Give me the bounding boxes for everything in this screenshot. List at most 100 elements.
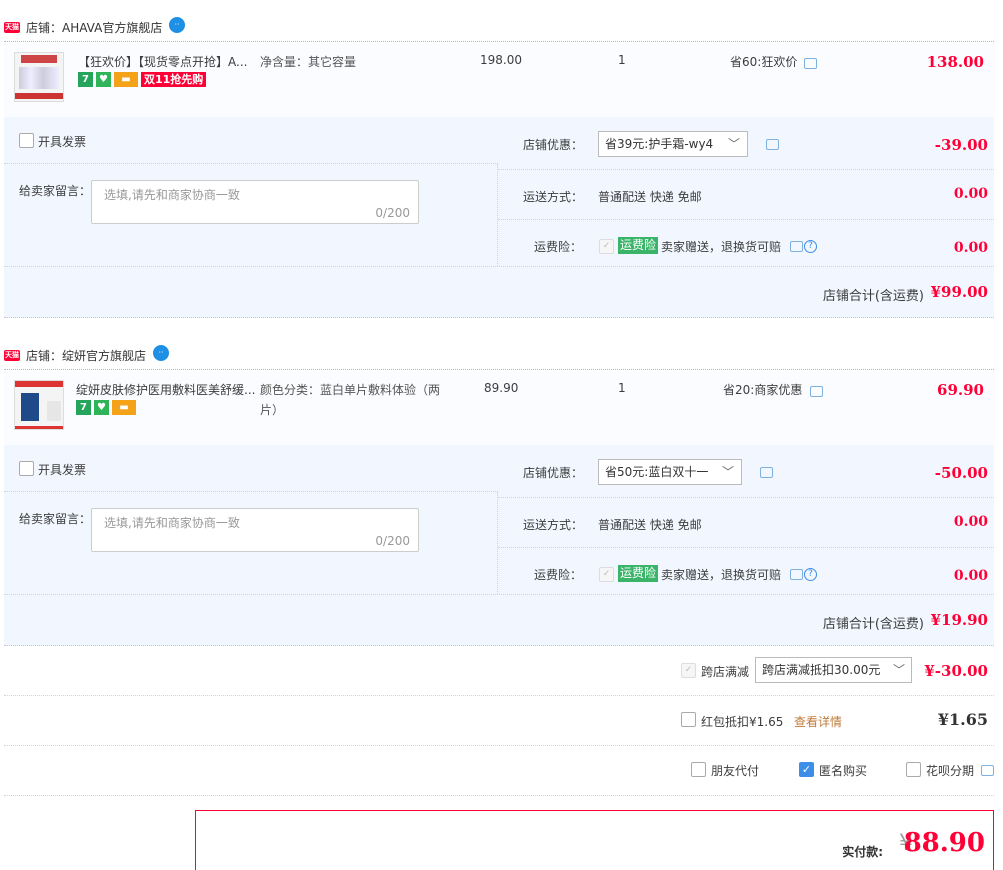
chevron-down-icon: ﹀ bbox=[892, 663, 905, 677]
payment-options-row: 朋友代付 ✓ 匿名购买 花呗分期 bbox=[4, 746, 994, 796]
redpacket-amount: ¥1.65 bbox=[937, 710, 988, 729]
cross-store-select-value: 跨店满减抵扣30.00元 bbox=[762, 663, 881, 677]
help-icon[interactable]: ? bbox=[804, 240, 817, 253]
shop-header: 天猫 店铺：AHAVA官方旗舰店 ·· bbox=[4, 10, 994, 42]
invoice-label: 开具发票 bbox=[38, 135, 87, 149]
message-icon[interactable] bbox=[790, 569, 803, 580]
quantity: 1 bbox=[618, 381, 626, 395]
product-badges: 7 ♥ ▬ bbox=[76, 400, 139, 415]
huabei-checkbox[interactable] bbox=[906, 762, 921, 777]
huabei-label: 花呗分期 bbox=[926, 764, 975, 778]
guarantee-icon: ♥ bbox=[94, 400, 109, 415]
payment-label: 实付款: bbox=[842, 845, 883, 859]
shipping-value: 普通配送 快递 免邮 bbox=[598, 518, 702, 532]
credit-card-icon: ▬ bbox=[114, 72, 138, 87]
invoice-row: 开具发票 bbox=[4, 117, 498, 164]
cross-store-amount: ¥-30.00 bbox=[924, 662, 988, 680]
message-textarea[interactable]: 选填,请先和商家协商一致 0/200 bbox=[91, 180, 419, 224]
item-subtotal: 138.00 bbox=[926, 53, 984, 71]
cross-store-select[interactable]: 跨店满减抵扣30.00元 ﹀ bbox=[755, 657, 912, 683]
invoice-checkbox[interactable] bbox=[19, 461, 34, 476]
insurance-row: 运费险： ✓ 运费险 卖家赠送，退换货可赔 ? 0.00 bbox=[498, 548, 994, 594]
cross-store-checkbox: ✓ bbox=[681, 663, 696, 678]
friend-pay-label: 朋友代付 bbox=[711, 764, 760, 778]
insurance-text: 卖家赠送，退换货可赔 bbox=[661, 568, 782, 582]
message-icon[interactable] bbox=[810, 386, 823, 397]
shop-fees: 店铺优惠： 省50元:蓝白双十一 ﹀ -50.00 运送方式： 普通配送 快递 … bbox=[498, 445, 994, 594]
message-icon[interactable] bbox=[790, 241, 803, 252]
insurance-checkbox: ✓ bbox=[599, 567, 614, 582]
coupon-select[interactable]: 省39元:护手霜-wy4 ﹀ bbox=[598, 131, 748, 157]
message-label: 给卖家留言： bbox=[19, 184, 92, 198]
coupon-amount: -50.00 bbox=[934, 464, 988, 482]
shop-total-row: 店铺合计(含运费) ¥99.00 bbox=[4, 266, 994, 318]
message-placeholder: 选填,请先和商家协商一致 bbox=[104, 188, 240, 202]
shop-name[interactable]: 店铺：绽妍官方旗舰店 bbox=[26, 347, 146, 364]
coupon-label: 店铺优惠： bbox=[523, 138, 584, 152]
tmall-logo-icon: 天猫 bbox=[4, 22, 20, 33]
invoice-row: 开具发票 bbox=[4, 445, 498, 492]
message-row: 给卖家留言： 选填,请先和商家协商一致 0/200 bbox=[4, 164, 498, 266]
message-icon[interactable] bbox=[766, 139, 779, 150]
product-thumbnail[interactable] bbox=[14, 52, 64, 102]
cross-store-label: 跨店满减 bbox=[701, 665, 750, 679]
message-row: 给卖家留言： 选填,请先和商家协商一致 0/200 bbox=[4, 492, 498, 594]
redpacket-label: 红包抵扣¥1.65 bbox=[701, 715, 784, 729]
insurance-amount: 0.00 bbox=[953, 240, 988, 256]
product-title[interactable]: 【狂欢价】【现货零点开抢】A... bbox=[78, 53, 258, 70]
shop-header: 天猫 店铺：绽妍官方旗舰店 ·· bbox=[4, 338, 994, 370]
coupon-row: 店铺优惠： 省39元:护手霜-wy4 ﹀ -39.00 bbox=[498, 117, 994, 170]
shipping-row: 运送方式： 普通配送 快递 免邮 0.00 bbox=[498, 170, 994, 220]
redpacket-row: 红包抵扣¥1.65 查看详情 ¥1.65 bbox=[4, 696, 994, 746]
tmall-logo-icon: 天猫 bbox=[4, 350, 20, 361]
shop-name[interactable]: 店铺：AHAVA官方旗舰店 bbox=[26, 19, 162, 36]
payment-summary-box: 实付款: ¥ 88.90 bbox=[195, 810, 994, 870]
insurance-label: 运费险： bbox=[534, 568, 583, 582]
shop-total-label: 店铺合计(含运费) bbox=[822, 289, 924, 304]
help-icon[interactable]: ? bbox=[804, 568, 817, 581]
item-subtotal: 69.90 bbox=[937, 381, 984, 399]
coupon-select-value: 省50元:蓝白双十一 bbox=[605, 465, 709, 479]
guarantee-icon: ♥ bbox=[96, 72, 111, 87]
coupon-select[interactable]: 省50元:蓝白双十一 ﹀ bbox=[598, 459, 742, 485]
redpacket-checkbox[interactable] bbox=[681, 712, 696, 727]
shipping-label: 运送方式： bbox=[523, 518, 584, 532]
message-icon[interactable] bbox=[981, 765, 994, 776]
quantity: 1 bbox=[618, 53, 626, 67]
insurance-checkbox: ✓ bbox=[599, 239, 614, 254]
shop-fees: 店铺优惠： 省39元:护手霜-wy4 ﹀ -39.00 运送方式： 普通配送 快… bbox=[498, 117, 994, 266]
order-item: 【狂欢价】【现货零点开抢】A... 7 ♥ ▬ 双11抢先购 净含量：其它容量 198… bbox=[4, 43, 994, 117]
shop-total-label: 店铺合计(含运费) bbox=[822, 617, 924, 632]
product-badges: 7 ♥ ▬ 双11抢先购 bbox=[78, 72, 209, 87]
shop-options-panel: 开具发票 给卖家留言： 选填,请先和商家协商一致 0/200 店铺优惠： 省39… bbox=[4, 117, 994, 318]
shipping-label: 运送方式： bbox=[523, 190, 584, 204]
product-title[interactable]: 绽妍皮肤修护医用敷料医美舒缓... bbox=[76, 381, 258, 398]
coupon-select-value: 省39元:护手霜-wy4 bbox=[605, 137, 714, 151]
message-textarea[interactable]: 选填,请先和商家协商一致 0/200 bbox=[91, 508, 419, 552]
item-discount: 省20:商家优惠 bbox=[723, 383, 803, 397]
cross-store-row: ✓ 跨店满减 跨店满减抵扣30.00元 ﹀ ¥-30.00 bbox=[4, 646, 994, 696]
friend-pay-checkbox[interactable] bbox=[691, 762, 706, 777]
chat-icon[interactable]: ·· bbox=[153, 345, 169, 361]
message-counter: 0/200 bbox=[375, 206, 410, 220]
shop-total-row: 店铺合计(含运费) ¥19.90 bbox=[4, 594, 994, 646]
product-thumbnail[interactable] bbox=[14, 380, 64, 430]
insurance-tag: 运费险 bbox=[618, 237, 659, 254]
redpacket-detail-link[interactable]: 查看详情 bbox=[794, 713, 842, 730]
anonymous-label: 匿名购买 bbox=[819, 764, 868, 778]
message-icon[interactable] bbox=[760, 467, 773, 478]
message-placeholder: 选填,请先和商家协商一致 bbox=[104, 516, 240, 530]
message-icon[interactable] bbox=[804, 58, 817, 69]
chevron-down-icon: ﹀ bbox=[721, 465, 734, 479]
insurance-text: 卖家赠送，退换货可赔 bbox=[661, 240, 782, 254]
unit-price: 89.90 bbox=[484, 381, 519, 395]
shop-total-value: ¥99.00 bbox=[930, 283, 988, 301]
shipping-amount: 0.00 bbox=[953, 514, 988, 530]
anonymous-checkbox[interactable]: ✓ bbox=[799, 762, 814, 777]
coupon-row: 店铺优惠： 省50元:蓝白双十一 ﹀ -50.00 bbox=[498, 445, 994, 498]
seven-day-return-icon: 7 bbox=[78, 72, 93, 87]
insurance-tag: 运费险 bbox=[618, 565, 659, 582]
chat-icon[interactable]: ·· bbox=[169, 17, 185, 33]
invoice-checkbox[interactable] bbox=[19, 133, 34, 148]
chevron-down-icon: ﹀ bbox=[727, 137, 740, 151]
